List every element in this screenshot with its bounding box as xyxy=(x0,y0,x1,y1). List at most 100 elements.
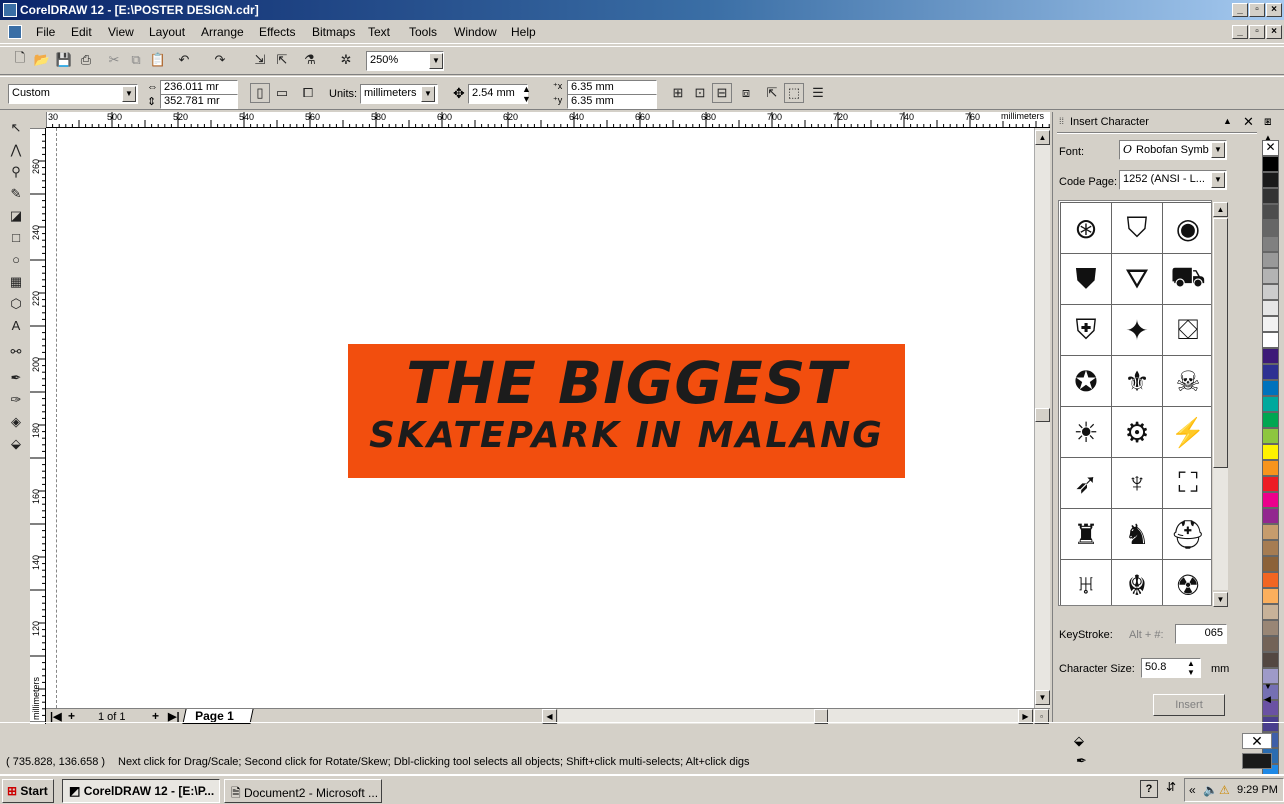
color-swatch[interactable] xyxy=(1262,636,1279,652)
copy-icon[interactable]: ⧉ xyxy=(126,50,146,70)
open-icon[interactable]: 📂 xyxy=(32,50,52,70)
color-swatch[interactable] xyxy=(1262,204,1279,220)
menu-arrange[interactable]: Arrange xyxy=(201,25,244,39)
rectangle-tool-icon[interactable]: □ xyxy=(6,228,26,248)
color-swatch[interactable] xyxy=(1262,348,1279,364)
page-size-dropdown-arrow[interactable]: ▼ xyxy=(122,86,136,102)
color-swatch[interactable] xyxy=(1262,396,1279,412)
color-swatch[interactable] xyxy=(1262,508,1279,524)
fill-indicator-icon[interactable]: ⬙ xyxy=(1074,733,1084,749)
add-page-before-icon[interactable]: + xyxy=(68,709,75,723)
horned-helmet-icon[interactable]: ⚜ xyxy=(1111,355,1163,407)
menu-text[interactable]: Text xyxy=(368,25,390,39)
paste-icon[interactable]: 📋 xyxy=(148,50,168,70)
snap-guidelines-icon[interactable]: ⊟ xyxy=(712,83,732,103)
undo-icon[interactable]: ↶ xyxy=(174,50,194,70)
tray-arrows-icon[interactable]: ⇵ xyxy=(1166,780,1176,794)
menu-help[interactable]: Help xyxy=(511,25,536,39)
color-swatch[interactable] xyxy=(1262,556,1279,572)
start-button[interactable]: ⊞ Start xyxy=(2,779,54,803)
autobot-face-icon[interactable]: ⛊ xyxy=(1060,253,1112,305)
cut-icon[interactable]: ✂ xyxy=(104,50,124,70)
disc-emblem-icon[interactable]: ⊛ xyxy=(1060,202,1112,254)
codepage-dropdown-arrow[interactable]: ▼ xyxy=(1211,172,1225,188)
fill-tool-icon[interactable]: ◈ xyxy=(6,412,26,432)
doc-restore-button[interactable]: ▫ xyxy=(1249,25,1265,39)
color-swatch[interactable] xyxy=(1262,316,1279,332)
task-word[interactable]: 🗎 Document2 - Microsoft ... xyxy=(224,779,382,803)
freehand-tool-icon[interactable]: ✎ xyxy=(6,184,26,204)
round-seal-icon[interactable]: ◉ xyxy=(1162,202,1211,254)
restore-button[interactable]: ▫ xyxy=(1249,3,1265,17)
menu-effects[interactable]: Effects xyxy=(259,25,295,39)
horizontal-ruler[interactable]: 30 500 520 540 560 580 600 620 640 660 6… xyxy=(46,112,1050,128)
decepticon-icon[interactable]: ✪ xyxy=(1060,355,1112,407)
color-swatch[interactable] xyxy=(1262,284,1279,300)
color-swatch[interactable] xyxy=(1262,460,1279,476)
minimize-button[interactable]: _ xyxy=(1232,3,1248,17)
launcher-icon[interactable]: ⚗ xyxy=(300,50,320,70)
color-swatch[interactable] xyxy=(1262,620,1279,636)
save-icon[interactable]: 💾 xyxy=(54,50,74,70)
graph-paper-tool-icon[interactable]: ▦ xyxy=(6,272,26,292)
volume-icon[interactable]: 🔈 xyxy=(1203,783,1218,797)
new-icon[interactable]: 🗋 xyxy=(10,50,30,70)
color-swatch[interactable] xyxy=(1262,268,1279,284)
eyedropper-tool-icon[interactable]: ✒ xyxy=(6,368,26,388)
claw-mark-icon[interactable]: ⚡ xyxy=(1162,406,1211,458)
snap-objects-icon[interactable]: ⧈ xyxy=(736,83,756,103)
insignia-mask-icon[interactable]: ⛨ xyxy=(1060,304,1112,356)
cog-beast-icon[interactable]: ⚙ xyxy=(1111,406,1163,458)
corel-online-icon[interactable]: ✲ xyxy=(336,50,356,70)
pick-tool-icon[interactable]: ↖ xyxy=(6,118,26,138)
select-icon[interactable]: ⬚ xyxy=(784,83,804,103)
color-swatch[interactable] xyxy=(1262,380,1279,396)
zoom-dropdown-arrow[interactable]: ▼ xyxy=(429,53,443,69)
headline-line1[interactable]: THE BIGGEST xyxy=(348,350,905,416)
page-width-field[interactable]: 236.011 mr xyxy=(160,80,238,95)
color-swatch[interactable] xyxy=(1262,252,1279,268)
decepticon-face-icon[interactable]: ⛛ xyxy=(1111,253,1163,305)
color-swatch[interactable] xyxy=(1262,172,1279,188)
color-swatch[interactable] xyxy=(1262,188,1279,204)
horned-skull-icon[interactable]: ♅ xyxy=(1060,559,1112,605)
vertical-scrollbar[interactable]: ▲ ▼ xyxy=(1034,128,1050,708)
outline-color-swatch[interactable] xyxy=(1242,753,1272,769)
ruler-corner-icon[interactable] xyxy=(30,112,46,128)
menu-view[interactable]: View xyxy=(108,25,134,39)
print-icon[interactable]: ⎙ xyxy=(76,50,96,70)
autobot-icon[interactable]: ⛋ xyxy=(1162,304,1211,356)
duplicate-y-field[interactable]: 6.35 mm xyxy=(567,94,657,109)
bird-head-icon[interactable]: ♆ xyxy=(1111,457,1163,509)
text-tool-icon[interactable]: A xyxy=(6,316,26,336)
color-swatch[interactable] xyxy=(1262,492,1279,508)
color-swatch[interactable] xyxy=(1262,524,1279,540)
docker-collapse-icon[interactable]: ▲ xyxy=(1223,116,1232,126)
palette-expand-icon[interactable]: ◀ xyxy=(1264,694,1271,705)
page-size-select[interactable]: Custom xyxy=(8,84,138,104)
keystroke-field[interactable]: 065 xyxy=(1175,624,1227,644)
wide-mask-icon[interactable]: ⛶ xyxy=(1162,457,1211,509)
menu-tools[interactable]: Tools xyxy=(409,25,437,39)
portrait-icon[interactable]: ▯ xyxy=(250,83,270,103)
scroll-down-button[interactable]: ▼ xyxy=(1035,690,1050,705)
color-swatch[interactable] xyxy=(1262,444,1279,460)
lion-face-icon[interactable]: ✦ xyxy=(1111,304,1163,356)
menu-layout[interactable]: Layout xyxy=(149,25,185,39)
robot-head-icon[interactable]: ⛉ xyxy=(1111,202,1163,254)
snap-grid-icon[interactable]: ⊡ xyxy=(690,83,710,103)
options-icon[interactable]: ☰ xyxy=(808,83,828,103)
headline-line2[interactable]: SKATEPARK IN MALANG xyxy=(348,416,905,456)
insert-button[interactable]: Insert xyxy=(1153,694,1225,716)
color-swatch[interactable] xyxy=(1262,236,1279,252)
nudge-spinner[interactable]: ▲ ▼ xyxy=(522,84,531,104)
skull-visor-icon[interactable]: ☠ xyxy=(1162,355,1211,407)
no-fill-swatch[interactable]: ✕ xyxy=(1262,140,1279,156)
docker-close-icon[interactable]: ✕ xyxy=(1243,114,1254,130)
help-tray-icon[interactable]: ? xyxy=(1140,780,1158,798)
units-dropdown-arrow[interactable]: ▼ xyxy=(421,86,435,102)
shape-tool-icon[interactable]: ⋀ xyxy=(6,140,26,160)
poster-banner[interactable]: THE BIGGEST SKATEPARK IN MALANG xyxy=(348,344,905,478)
warrior-helm-icon[interactable]: ♞ xyxy=(1111,508,1163,560)
color-swatch[interactable] xyxy=(1262,428,1279,444)
